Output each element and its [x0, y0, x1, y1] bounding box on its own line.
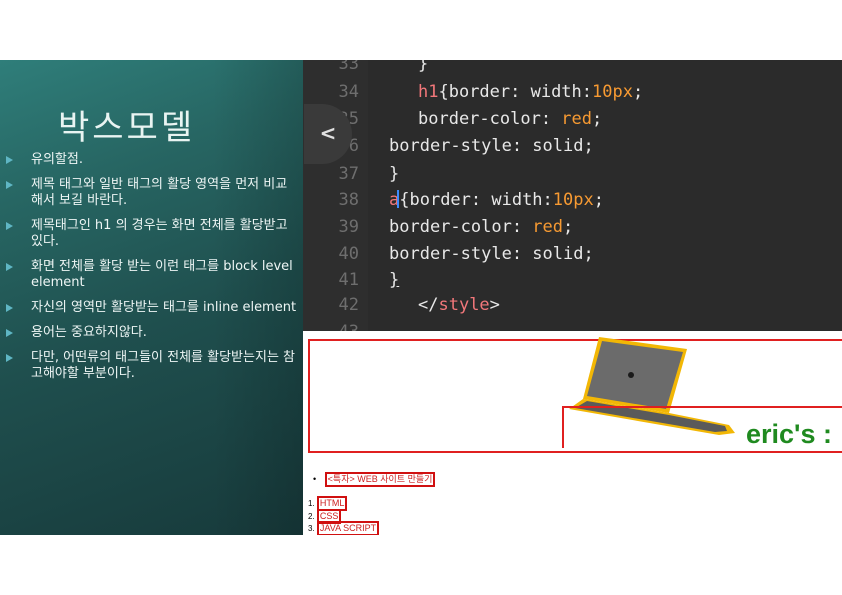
code-line-42: </style> [418, 295, 500, 315]
triangle-bullet-icon [6, 304, 13, 312]
list-link[interactable]: <특자> WEB 사이트 만들기 [324, 472, 436, 487]
triangle-bullet-icon [6, 263, 13, 271]
code-editor-screenshot: 33 34 35 36 37 38 39 40 41 42 43 } h1{bo… [303, 60, 842, 331]
browser-preview: eric's : • <특자> WEB 사이트 만들기 1. HTML 2. C… [303, 331, 842, 535]
code-line-37: } [389, 164, 400, 184]
bullet-item: 유의할점. [6, 152, 298, 168]
code-line-34: h1{border: width:10px; [418, 82, 644, 102]
ordered-list-item: 3. JAVA SCRIPT [308, 521, 380, 535]
line-number-gutter: 33 34 35 36 37 38 39 40 41 42 43 [303, 60, 368, 331]
triangle-bullet-icon [6, 181, 13, 189]
bullet-list: 유의할점. 제목 태그와 일반 태그의 활당 영역을 먼저 비교해서 보길 바란… [6, 152, 298, 391]
code-line-36: border-style: solid; [389, 136, 594, 156]
bullet-item: 제목 태그와 일반 태그의 활당 영역을 먼저 비교해서 보길 바란다. [6, 177, 298, 209]
unordered-list: • <특자> WEB 사이트 만들기 [313, 472, 436, 487]
line-number: 38 [338, 190, 359, 210]
triangle-bullet-icon [6, 329, 13, 337]
line-number: 33 [338, 60, 359, 74]
line-number: 40 [338, 244, 359, 264]
bullet-item: 용어는 중요하지않다. [6, 325, 298, 341]
line-number: 43 [321, 322, 359, 331]
list-bullet: • [313, 474, 317, 484]
h1-heading: eric's : [746, 419, 832, 449]
line-number: 34 [338, 82, 359, 102]
bullet-item: 화면 전체를 활당 받는 이런 태그를 block level element [6, 259, 298, 291]
code-line-38: a{border: width:10px; [389, 190, 604, 210]
line-number: 39 [338, 217, 359, 237]
list-link[interactable]: JAVA SCRIPT [316, 521, 380, 535]
triangle-bullet-icon [6, 354, 13, 362]
triangle-bullet-icon [6, 156, 13, 164]
bullet-item: 자신의 영역만 활당받는 태그를 inline element [6, 300, 298, 316]
code-line-39: border-color: red; [389, 217, 574, 237]
line-number: 37 [338, 164, 359, 184]
slide: 박스모델 유의할점. 제목 태그와 일반 태그의 활당 영역을 먼저 비교해서 … [0, 60, 842, 535]
bullet-item: 제목태그인 h1 의 경우는 화면 전체를 활당받고 있다. [6, 218, 298, 250]
code-line-40: border-style: solid; [389, 244, 594, 264]
triangle-bullet-icon [6, 222, 13, 230]
code-line-33: } [418, 60, 429, 74]
code-line-35: border-color: red; [418, 109, 603, 129]
line-number: 42 [338, 295, 359, 315]
slide-text-panel: 박스모델 유의할점. 제목 태그와 일반 태그의 활당 영역을 먼저 비교해서 … [0, 60, 303, 535]
chevron-left-icon: < [319, 121, 337, 145]
line-number: 41 [338, 270, 359, 290]
bullet-item: 다만, 어떤류의 태그들이 전체를 활당받는지는 참고해야할 부분이다. [6, 350, 298, 382]
code-line-41: } [389, 270, 400, 290]
slide-title: 박스모델 [58, 108, 196, 148]
